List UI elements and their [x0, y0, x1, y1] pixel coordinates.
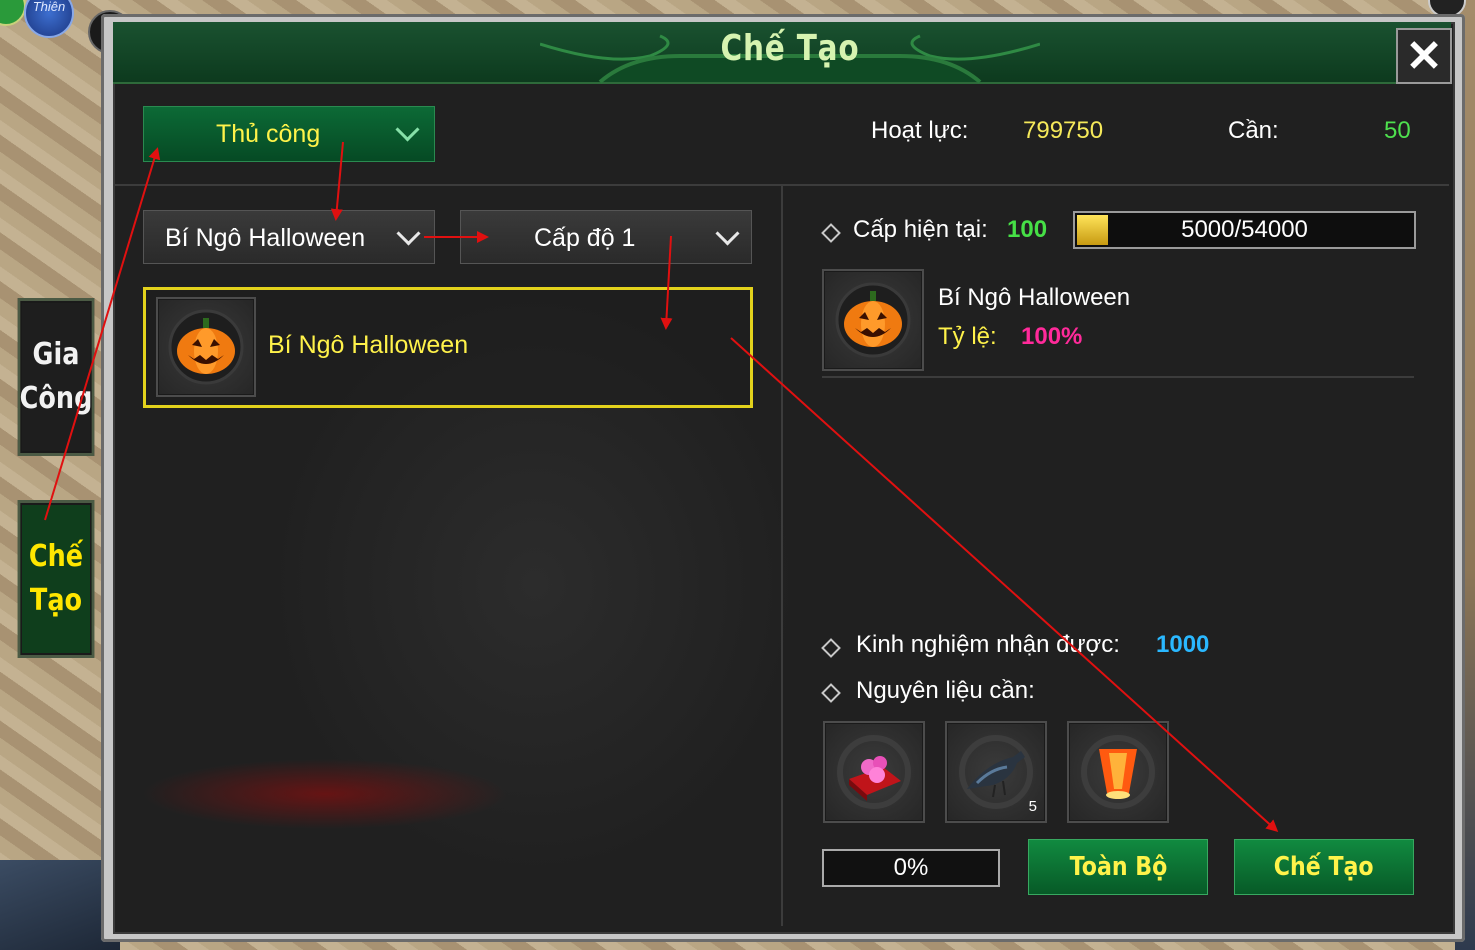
chevron-down-icon — [715, 221, 740, 246]
craft-all-button[interactable]: Toàn Bộ — [1028, 839, 1208, 895]
level-dropdown[interactable]: Cấp độ 1 — [460, 210, 752, 264]
side-tab-gia-cong-line2: Công — [19, 381, 93, 416]
hoat-luc-value: 799750 — [1023, 117, 1104, 144]
recipe-slot — [156, 297, 256, 397]
side-tab-che-tao-line1: Chế — [28, 539, 84, 574]
chevron-down-icon — [395, 117, 420, 142]
level-exp-progress: 5000/54000 — [1073, 211, 1416, 249]
chevron-down-icon — [396, 221, 421, 246]
can-label: Cần: — [1228, 117, 1279, 144]
pumpkin-icon — [168, 309, 244, 385]
material-count: 5 — [1028, 798, 1037, 815]
craft-progress-text: 0% — [893, 854, 929, 881]
close-button[interactable]: ✕ — [1396, 28, 1452, 84]
hoat-luc-label: Hoạt lực: — [871, 117, 969, 144]
avatar[interactable]: Thiên — [24, 0, 74, 38]
level-exp-text: 5000/54000 — [1181, 216, 1308, 243]
close-icon: ✕ — [1405, 31, 1443, 81]
materials-label: Nguyên liệu cần: — [856, 677, 1035, 704]
craft-button[interactable]: Chế Tạo — [1234, 839, 1414, 895]
panel-divider — [781, 186, 783, 926]
side-tab-gia-cong-line1: Gia — [32, 337, 80, 372]
mode-dropdown-label: Thủ công — [216, 120, 321, 148]
material-slot[interactable] — [1067, 721, 1169, 823]
can-value: 50 — [1384, 117, 1411, 144]
craft-all-button-label: Toàn Bộ — [1069, 852, 1167, 882]
side-tab-che-tao-line2: Tạo — [29, 583, 83, 618]
rate-label: Tỷ lệ: — [938, 323, 997, 350]
recipe-name: Bí Ngô Halloween — [268, 331, 469, 359]
side-tab-gia-cong[interactable]: Gia Công — [17, 298, 95, 456]
material-slot[interactable]: 5 — [945, 721, 1047, 823]
craft-progress-bar: 0% — [822, 849, 1000, 887]
window-title: Chế Tạo — [720, 28, 860, 69]
avatar-green[interactable] — [0, 0, 26, 26]
avatar-label: Thiên — [32, 0, 66, 14]
mode-dropdown[interactable]: Thủ công — [143, 106, 435, 162]
exp-gain-label: Kinh nghiệm nhận được: — [856, 631, 1120, 658]
level-dropdown-label: Cấp độ 1 — [534, 224, 636, 252]
item-dropdown[interactable]: Bí Ngô Halloween — [143, 210, 435, 264]
details-divider — [822, 376, 1414, 378]
side-tab-che-tao[interactable]: Chế Tạo — [17, 500, 95, 658]
result-item-name: Bí Ngô Halloween — [938, 284, 1131, 311]
rate-value: 100% — [1021, 323, 1083, 350]
craft-button-label: Chế Tạo — [1274, 852, 1374, 882]
pink-berries-icon — [837, 735, 911, 809]
result-item-slot[interactable] — [822, 269, 924, 371]
item-dropdown-label: Bí Ngô Halloween — [165, 224, 366, 252]
exp-gain-value: 1000 — [1156, 631, 1210, 658]
material-slot[interactable] — [823, 721, 925, 823]
current-level-value: 100 — [1007, 216, 1048, 243]
pumpkin-icon — [835, 282, 911, 358]
current-level-label: Cấp hiện tại: — [853, 216, 988, 243]
sky-lantern-icon — [1081, 735, 1155, 809]
